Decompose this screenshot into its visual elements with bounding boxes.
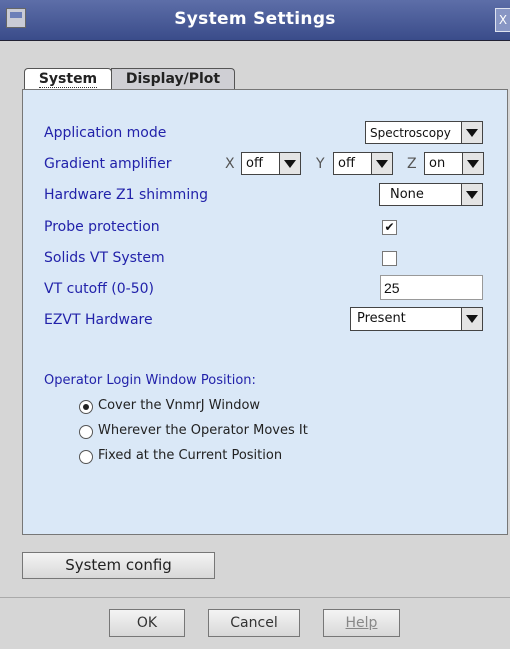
application-mode-select[interactable]: Spectroscopy (365, 121, 483, 144)
ok-button[interactable]: OK (109, 609, 185, 637)
gradient-y-value: off (338, 156, 355, 171)
probe-protection-label: Probe protection (44, 219, 160, 235)
ezvt-hardware-value: Present (357, 311, 406, 326)
chevron-down-icon (462, 153, 483, 174)
window-title: System Settings (174, 9, 336, 29)
hardware-z1-label: Hardware Z1 shimming (44, 187, 208, 203)
cancel-button[interactable]: Cancel (208, 609, 300, 637)
radio-fixed-position-label: Fixed at the Current Position (98, 448, 283, 463)
chevron-down-icon (461, 122, 482, 143)
help-label: Help (345, 615, 378, 631)
gradient-x-label: X (225, 156, 235, 172)
help-button[interactable]: Help (323, 609, 400, 637)
radio-cover-vnmrj-label: Cover the VnmrJ Window (98, 398, 261, 413)
gradient-x-value: off (246, 156, 263, 171)
ezvt-hardware-select[interactable]: Present (350, 307, 483, 331)
system-config-button[interactable]: System config (22, 552, 215, 579)
hardware-z1-select[interactable]: None (379, 183, 483, 206)
vt-cutoff-input[interactable] (380, 275, 483, 300)
application-mode-value: Spectroscopy (370, 126, 451, 140)
chevron-down-icon (461, 184, 482, 205)
tab-display-plot[interactable]: Display/Plot (111, 68, 235, 90)
footer-divider (0, 597, 510, 598)
gradient-z-label: Z (407, 156, 417, 172)
probe-protection-checkbox[interactable]: ✔ (382, 220, 397, 235)
gradient-z-value: on (429, 156, 446, 171)
radio-fixed-position[interactable] (79, 450, 93, 464)
tab-system[interactable]: System (24, 68, 112, 90)
gradient-y-select[interactable]: off (333, 152, 393, 175)
chevron-down-icon (371, 153, 392, 174)
application-mode-label: Application mode (44, 125, 167, 141)
gradient-z-select[interactable]: on (424, 152, 484, 175)
solids-vt-label: Solids VT System (44, 250, 165, 266)
vt-cutoff-label: VT cutoff (0-50) (44, 281, 154, 297)
ezvt-hardware-label: EZVT Hardware (44, 312, 153, 328)
tab-system-label: System (38, 71, 98, 88)
gradient-x-select[interactable]: off (241, 152, 301, 175)
radio-wherever-operator[interactable] (79, 425, 93, 439)
title-bar: System Settings X (0, 0, 510, 41)
chevron-down-icon (279, 153, 300, 174)
radio-cover-vnmrj[interactable] (79, 400, 93, 414)
gradient-amplifier-label: Gradient amplifier (44, 156, 172, 172)
gradient-y-label: Y (316, 156, 325, 172)
chevron-down-icon (461, 308, 482, 330)
check-icon: ✔ (384, 220, 395, 234)
solids-vt-checkbox[interactable] (382, 251, 397, 266)
radio-wherever-operator-label: Wherever the Operator Moves It (98, 423, 308, 438)
close-icon[interactable]: X (495, 8, 510, 32)
hardware-z1-value: None (390, 187, 424, 202)
operator-login-heading: Operator Login Window Position: (44, 373, 256, 388)
